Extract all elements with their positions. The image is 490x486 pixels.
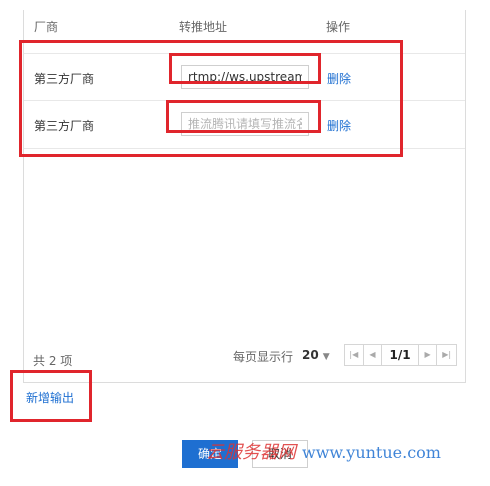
table-header: 厂商 转推地址 操作 [24, 10, 465, 42]
header-action: 操作 [326, 20, 351, 34]
vendor-cell: 第三方厂商 [34, 119, 95, 133]
vendor-cell: 第三方厂商 [34, 72, 95, 86]
page-size-select[interactable]: 20 ▼ [302, 348, 330, 362]
header-vendor: 厂商 [34, 20, 59, 34]
pagination: |◀ ◀ 1/1 ▶ ▶| [344, 344, 457, 366]
last-page-icon[interactable]: ▶| [437, 345, 456, 365]
prev-page-icon[interactable]: ◀ [364, 345, 383, 365]
next-page-icon[interactable]: ▶ [419, 345, 438, 365]
per-page-label: 每页显示行 [233, 350, 294, 364]
delete-link[interactable]: 删除 [327, 117, 351, 134]
forward-address-input[interactable] [181, 112, 309, 136]
total-count: 共 2 项 [33, 354, 73, 368]
table-footer: 共 2 项 每页显示行 20 ▼ |◀ ◀ 1/1 ▶ ▶| [24, 340, 465, 380]
delete-link[interactable]: 删除 [327, 70, 351, 87]
first-page-icon[interactable]: |◀ [345, 345, 364, 365]
page-indicator: 1/1 [382, 345, 419, 365]
page-size-value: 20 [302, 348, 319, 362]
forwarding-table-panel: 厂商 转推地址 操作 第三方厂商 删除 第三方厂商 删除 共 2 项 每页显示行… [23, 10, 466, 383]
header-address: 转推地址 [179, 20, 228, 34]
table-row: 第三方厂商 删除 [24, 53, 465, 101]
forward-address-input[interactable] [181, 65, 309, 89]
caret-down-icon: ▼ [322, 352, 330, 362]
table-row: 第三方厂商 删除 [24, 101, 465, 149]
watermark-site: www.yuntue.com [302, 443, 441, 462]
add-output-link[interactable]: 新增输出 [26, 389, 74, 406]
watermark-brand: 云服务器网 [206, 442, 296, 463]
watermark: 云服务器网 www.yuntue.com [206, 438, 441, 464]
